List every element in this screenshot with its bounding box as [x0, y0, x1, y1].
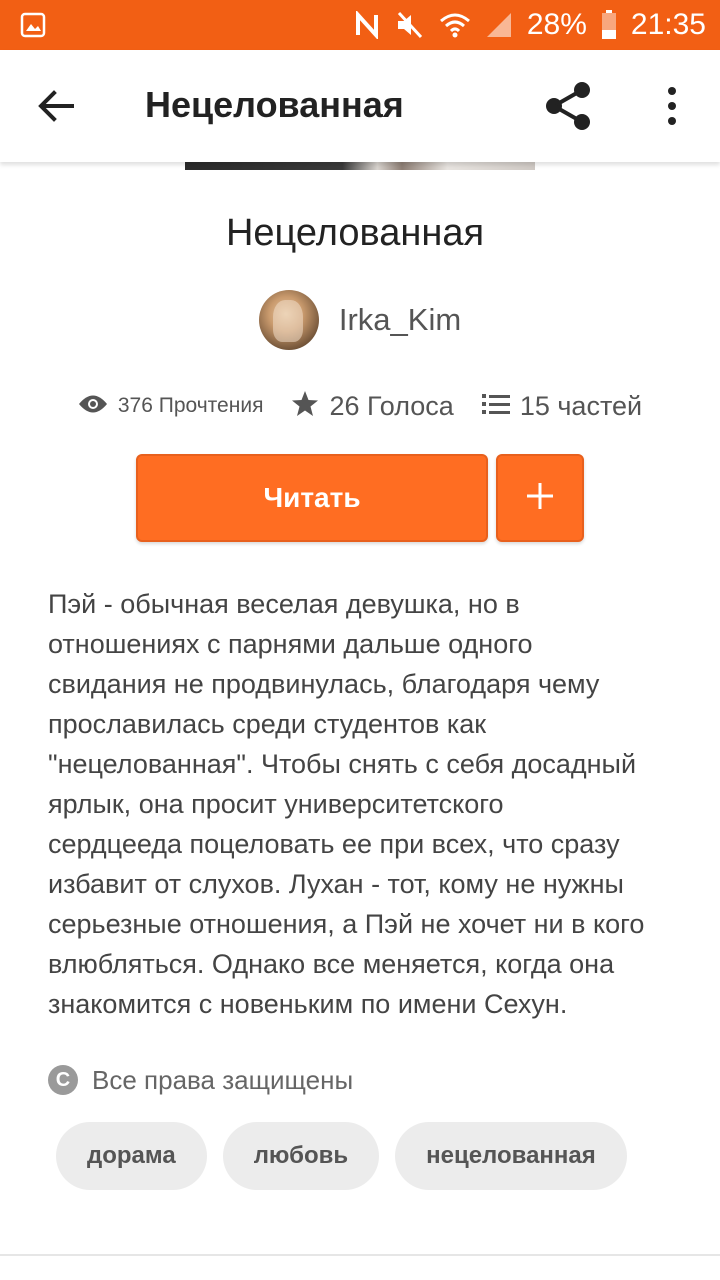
star-icon [291, 390, 319, 423]
more-vert-icon[interactable] [656, 84, 688, 128]
reads-stat: 376 Прочтения [78, 393, 264, 420]
mute-icon [395, 11, 425, 39]
plus-icon [526, 482, 554, 515]
votes-stat: 26 Голоса [291, 390, 454, 423]
add-to-library-button[interactable] [496, 454, 584, 542]
app-bar-title: Нецелованная [145, 84, 404, 125]
tag-list: дорама любовь нецелованная [56, 1122, 627, 1190]
eye-icon [78, 393, 108, 420]
author-row[interactable]: Irka_Kim [0, 290, 720, 350]
story-title: Нецелованная [225, 212, 485, 254]
list-icon [481, 392, 510, 421]
battery-percent: 28% [526, 8, 587, 41]
tag-chip[interactable]: любовь [222, 1122, 380, 1190]
back-arrow-icon[interactable] [34, 84, 78, 128]
story-stats: 376 Прочтения 26 Голоса 15 частей [0, 386, 720, 426]
tag-chip[interactable]: дорама [56, 1122, 207, 1190]
copyright-icon: C [48, 1065, 78, 1095]
parts-stat[interactable]: 15 частей [481, 391, 642, 422]
divider [0, 1254, 720, 1256]
read-button[interactable]: Читать [136, 454, 488, 542]
nfc-icon [353, 11, 381, 39]
story-description: Пэй - обычная веселая девушка, но в отно… [48, 589, 645, 1019]
image-icon [20, 12, 46, 43]
battery-icon [601, 10, 617, 40]
parts-count[interactable]: 15 частей [520, 391, 642, 422]
signal-icon [485, 11, 513, 39]
copyright-label: Все права защищены [92, 1064, 354, 1095]
reads-count: 376 Прочтения [117, 394, 264, 417]
clock: 21:35 [630, 8, 706, 41]
app-bar: Нецелованная [0, 50, 720, 162]
votes-count: 26 Голоса [329, 390, 454, 421]
author-name[interactable]: Irka_Kim [339, 302, 461, 338]
share-icon[interactable] [542, 80, 594, 132]
tag-chip[interactable]: нецелованная [395, 1122, 627, 1190]
status-bar: 28% 21:35 [0, 0, 720, 50]
copyright-row: C Все права защищены [48, 1062, 353, 1098]
wifi-icon [439, 11, 471, 39]
avatar[interactable] [258, 290, 319, 350]
